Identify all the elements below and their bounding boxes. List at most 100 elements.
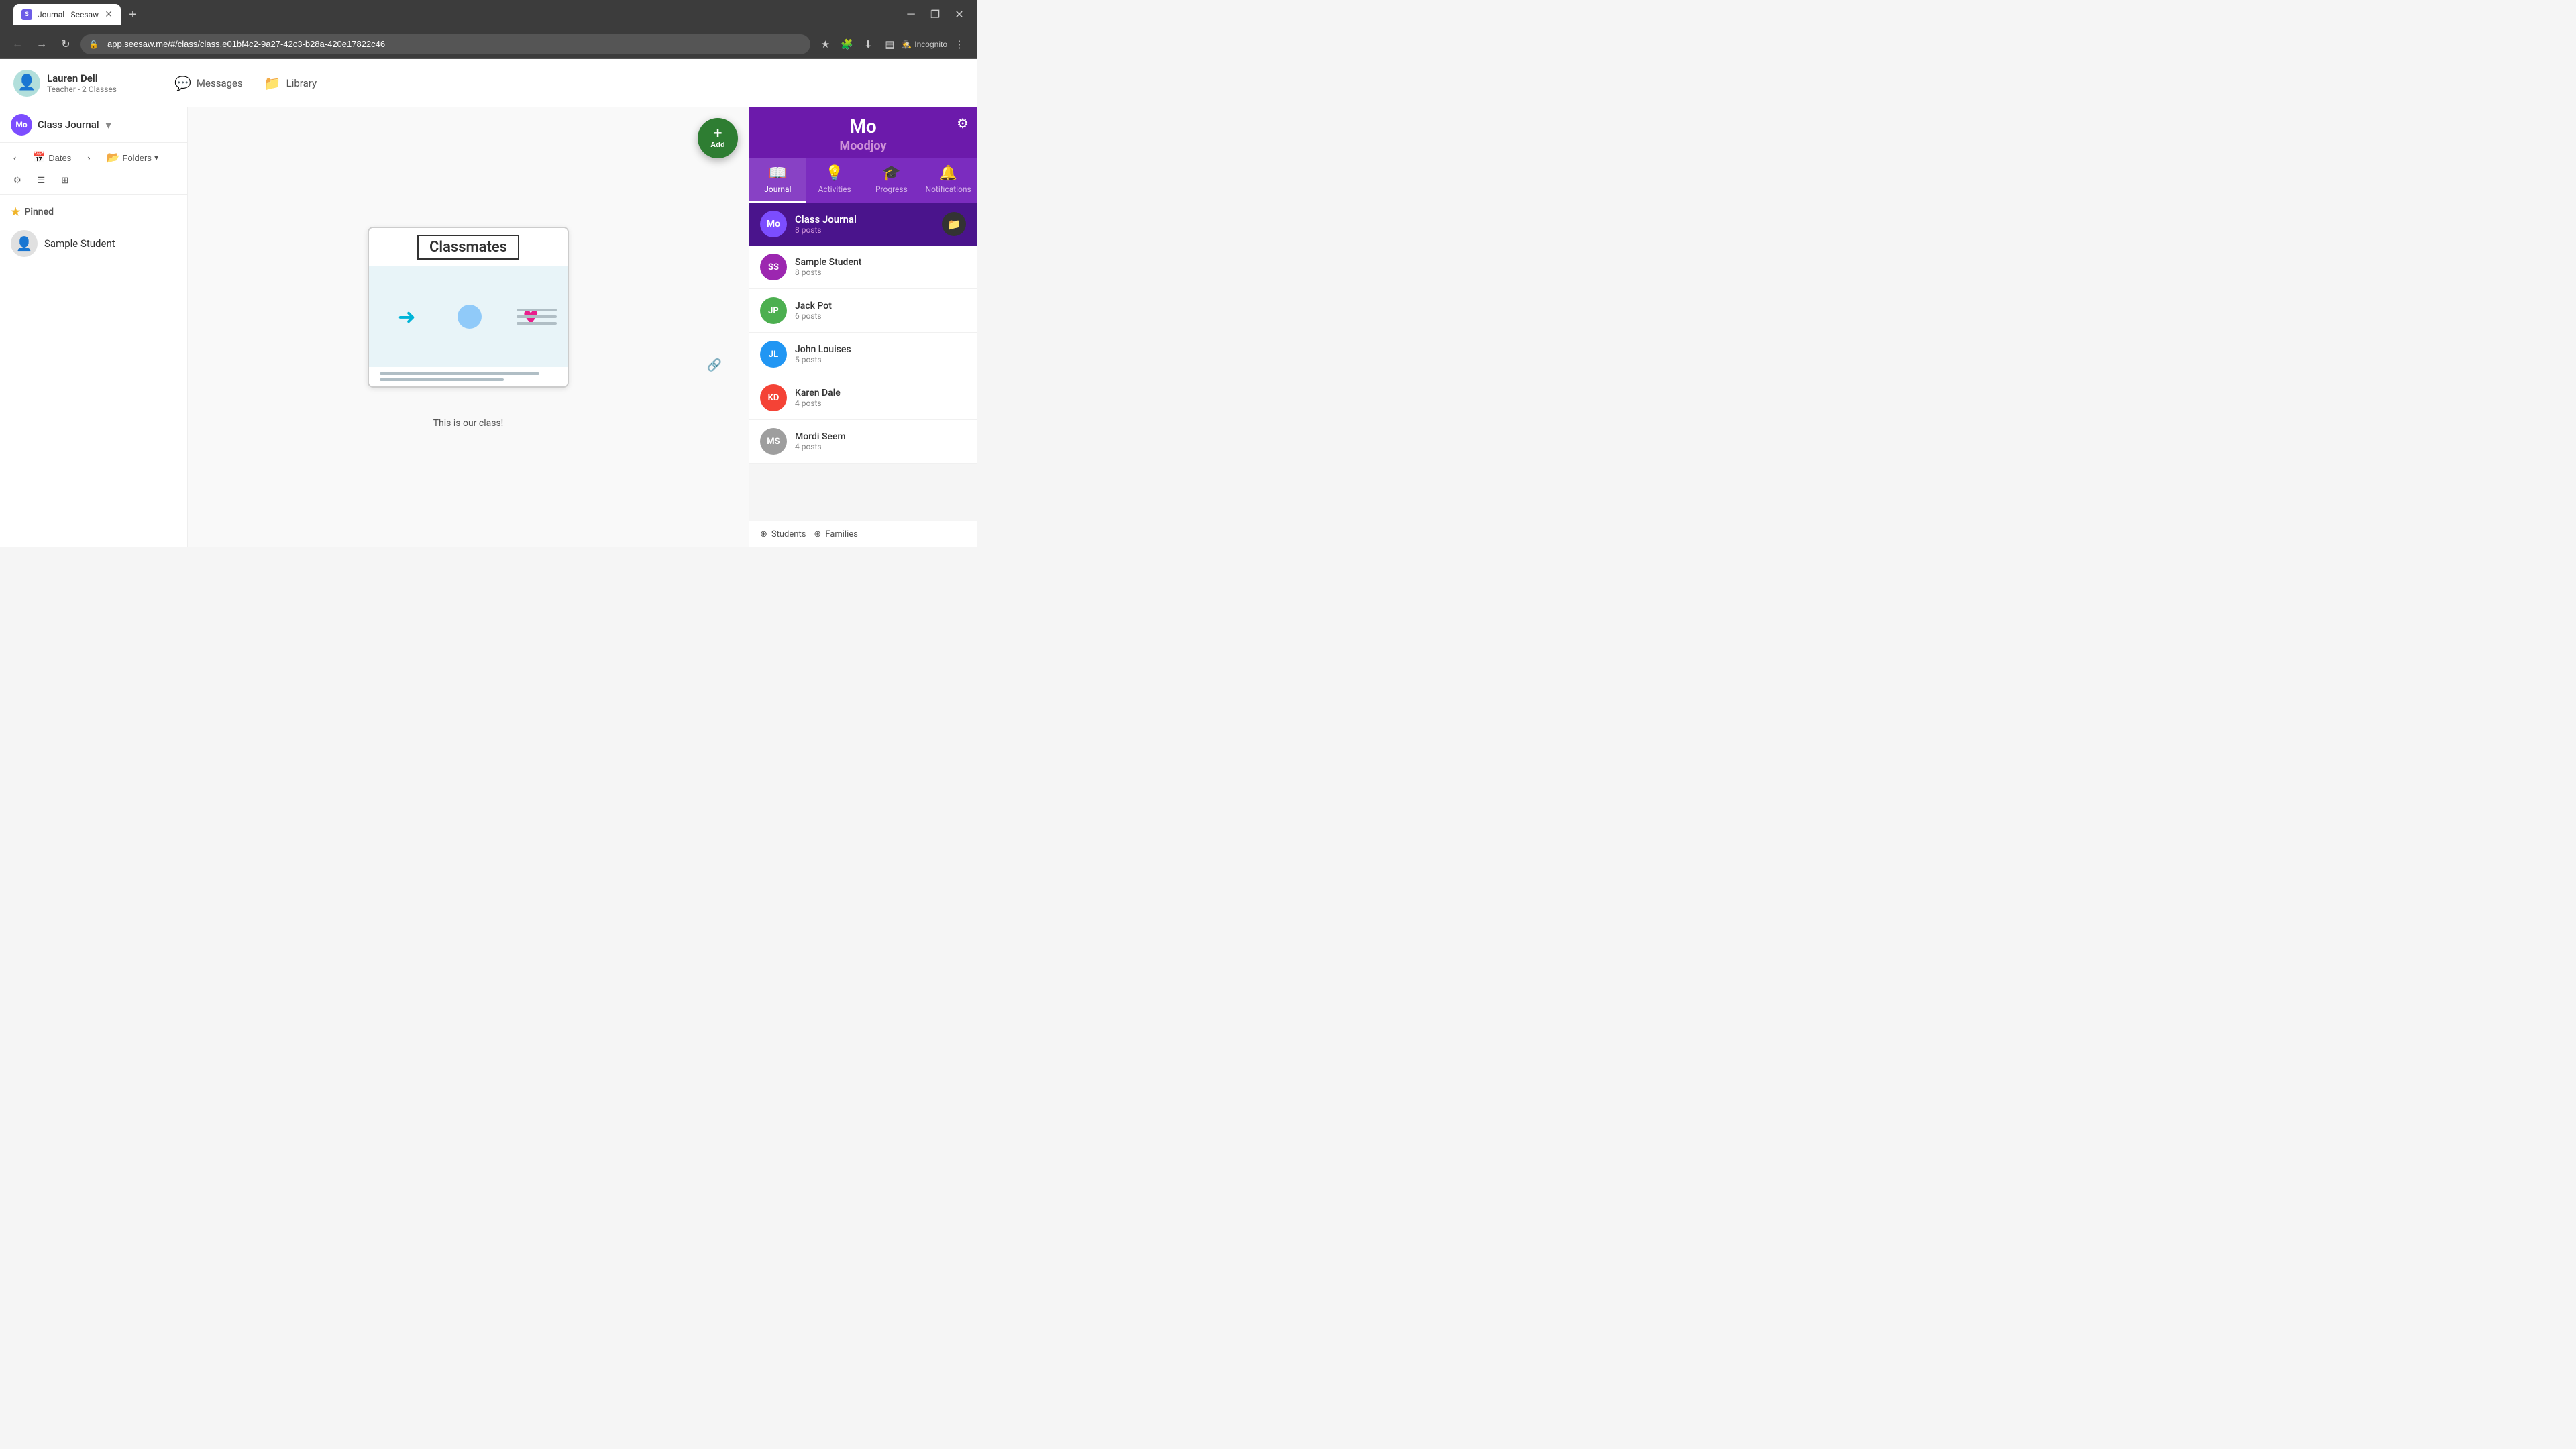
forward-button[interactable]: → xyxy=(32,35,51,54)
student-list-item-3[interactable]: JL John Louises 5 posts xyxy=(749,333,977,376)
card-title: Classmates xyxy=(417,235,519,260)
filter-button[interactable]: ⚙ xyxy=(8,172,27,189)
folders-label: Folders xyxy=(123,153,152,163)
pinned-student-item[interactable]: 👤 Sample Student xyxy=(11,225,176,262)
pinned-student-name: Sample Student xyxy=(44,237,115,250)
student-info-2: Jack Pot 6 posts xyxy=(795,301,966,321)
dates-button[interactable]: 📅 Dates xyxy=(27,148,76,167)
folders-dropdown-icon: ▾ xyxy=(154,152,159,163)
footer-line-2 xyxy=(380,378,504,381)
content-area: Mo Class Journal ▾ ‹ 📅 Dates › 📂 Fold xyxy=(0,107,977,547)
class-journal-posts: 8 posts xyxy=(795,225,934,235)
reload-button[interactable]: ↻ xyxy=(56,35,75,54)
close-button[interactable]: ✕ xyxy=(950,5,969,24)
extensions-button[interactable]: 🧩 xyxy=(837,35,856,54)
student-posts-3: 5 posts xyxy=(795,355,966,364)
browser-tab-bar: S Journal - Seesaw ✕ + ─ ❐ ✕ xyxy=(0,0,977,30)
nav-links: 💬 Messages 📁 Library xyxy=(174,75,317,91)
pinned-student-avatar: 👤 xyxy=(11,230,38,257)
student-list-item-2[interactable]: JP Jack Pot 6 posts xyxy=(749,289,977,333)
minimize-button[interactable]: ─ xyxy=(902,5,920,24)
panel-bottom-actions: ⊕ Students ⊕ Families xyxy=(749,521,977,547)
filter-icon: ⚙ xyxy=(13,175,21,186)
tab-activities[interactable]: 💡 Activities xyxy=(806,158,863,203)
settings-icon[interactable]: ⚙ xyxy=(957,115,969,131)
progress-tab-icon: 🎓 xyxy=(882,165,900,182)
address-bar-row: ← → ↻ 🔒 ★ 🧩 ⬇ ▤ 🕵 Incognito ⋮ xyxy=(0,30,977,59)
dates-label: Dates xyxy=(48,153,71,163)
student-posts-5: 4 posts xyxy=(795,442,966,451)
next-date-button[interactable]: › xyxy=(82,150,95,166)
download-button[interactable]: ⬇ xyxy=(859,35,877,54)
list-icon: ☰ xyxy=(38,175,46,186)
address-input[interactable] xyxy=(80,34,810,54)
active-tab[interactable]: S Journal - Seesaw ✕ xyxy=(13,4,121,25)
card-line-2 xyxy=(517,315,557,318)
add-button[interactable]: + Add xyxy=(698,118,738,158)
add-label: Add xyxy=(710,141,724,150)
class-avatar: Mo xyxy=(11,114,32,136)
library-nav-item[interactable]: 📁 Library xyxy=(264,75,317,91)
student-info-4: Karen Dale 4 posts xyxy=(795,388,966,408)
post-content: Classmates ➜ ♥ xyxy=(188,107,749,547)
class-journal-item[interactable]: Mo Class Journal 8 posts 📁 xyxy=(749,203,977,246)
add-icon: + xyxy=(714,126,722,141)
student-posts-2: 6 posts xyxy=(795,311,966,321)
new-tab-button[interactable]: + xyxy=(123,5,142,24)
incognito-button[interactable]: 🕵 Incognito xyxy=(902,40,947,49)
student-name-3: John Louises xyxy=(795,344,966,355)
classmates-card: Classmates ➜ ♥ xyxy=(368,227,569,388)
window-controls: ─ ❐ ✕ xyxy=(902,5,969,24)
class-journal-avatar: Mo xyxy=(760,211,787,237)
footer-line-1 xyxy=(380,372,539,375)
back-button[interactable]: ← xyxy=(8,35,27,54)
messages-nav-item[interactable]: 💬 Messages xyxy=(174,75,243,91)
activities-tab-label: Activities xyxy=(818,184,851,194)
student-name-5: Mordi Seem xyxy=(795,431,966,442)
class-journal-info: Class Journal 8 posts xyxy=(795,213,934,235)
grid-icon: ⊞ xyxy=(61,175,68,186)
incognito-icon: 🕵 xyxy=(902,40,912,49)
add-families-button[interactable]: ⊕ Families xyxy=(814,529,857,539)
user-avatar: 👤 xyxy=(13,70,40,97)
split-view-button[interactable]: ▤ xyxy=(880,35,899,54)
class-journal-name: Class Journal xyxy=(795,213,934,225)
folders-button[interactable]: 📂 Folders ▾ xyxy=(101,148,164,167)
student-list-item-4[interactable]: KD Karen Dale 4 posts xyxy=(749,376,977,420)
student-name-1: Sample Student xyxy=(795,257,966,268)
pinned-text: Pinned xyxy=(24,207,54,217)
next-arrow-icon: › xyxy=(87,153,90,163)
link-icon[interactable]: 🔗 xyxy=(707,358,722,372)
list-view-button[interactable]: ☰ xyxy=(32,172,51,189)
arrow-icon: ➜ xyxy=(398,304,416,329)
folder-icon: 📂 xyxy=(107,151,120,164)
prev-date-button[interactable]: ‹ xyxy=(8,150,21,166)
tab-progress[interactable]: 🎓 Progress xyxy=(863,158,920,203)
tab-journal[interactable]: 📖 Journal xyxy=(749,158,806,203)
footer-lines xyxy=(380,372,557,381)
more-options-button[interactable]: ⋮ xyxy=(950,35,969,54)
notifications-tab-icon: 🔔 xyxy=(939,165,957,182)
restore-button[interactable]: ❐ xyxy=(926,5,945,24)
student-list-item-1[interactable]: SS Sample Student 8 posts xyxy=(749,246,977,289)
bookmark-button[interactable]: ★ xyxy=(816,35,835,54)
add-students-icon: ⊕ xyxy=(760,529,767,539)
user-role: Teacher - 2 Classes xyxy=(47,85,117,94)
student-info-3: John Louises 5 posts xyxy=(795,344,966,364)
panel-header: ⚙ Mo Moodjoy xyxy=(749,107,977,158)
right-panel: ⚙ Mo Moodjoy 📖 Journal 💡 Activities 🎓 xyxy=(749,107,977,547)
add-students-button[interactable]: ⊕ Students xyxy=(760,529,806,539)
student-posts-1: 8 posts xyxy=(795,268,966,277)
pin-icon: ★ xyxy=(11,205,20,218)
student-list-item-5[interactable]: MS Mordi Seem 4 posts xyxy=(749,420,977,464)
panel-content: Mo Class Journal 8 posts 📁 SS Sample Stu… xyxy=(749,203,977,521)
journal-folder-button[interactable]: 📁 xyxy=(942,212,966,236)
tab-close-button[interactable]: ✕ xyxy=(105,9,113,20)
grid-view-button[interactable]: ⊞ xyxy=(56,172,74,189)
class-dropdown-arrow[interactable]: ▾ xyxy=(106,119,111,131)
library-label: Library xyxy=(286,77,317,89)
tab-notifications[interactable]: 🔔 Notifications xyxy=(920,158,977,203)
student-list: SS Sample Student 8 posts JP Jack Pot 6 … xyxy=(749,246,977,464)
messages-icon: 💬 xyxy=(174,75,191,91)
app-wrapper: 👤 Lauren Deli Teacher - 2 Classes 💬 Mess… xyxy=(0,59,977,547)
